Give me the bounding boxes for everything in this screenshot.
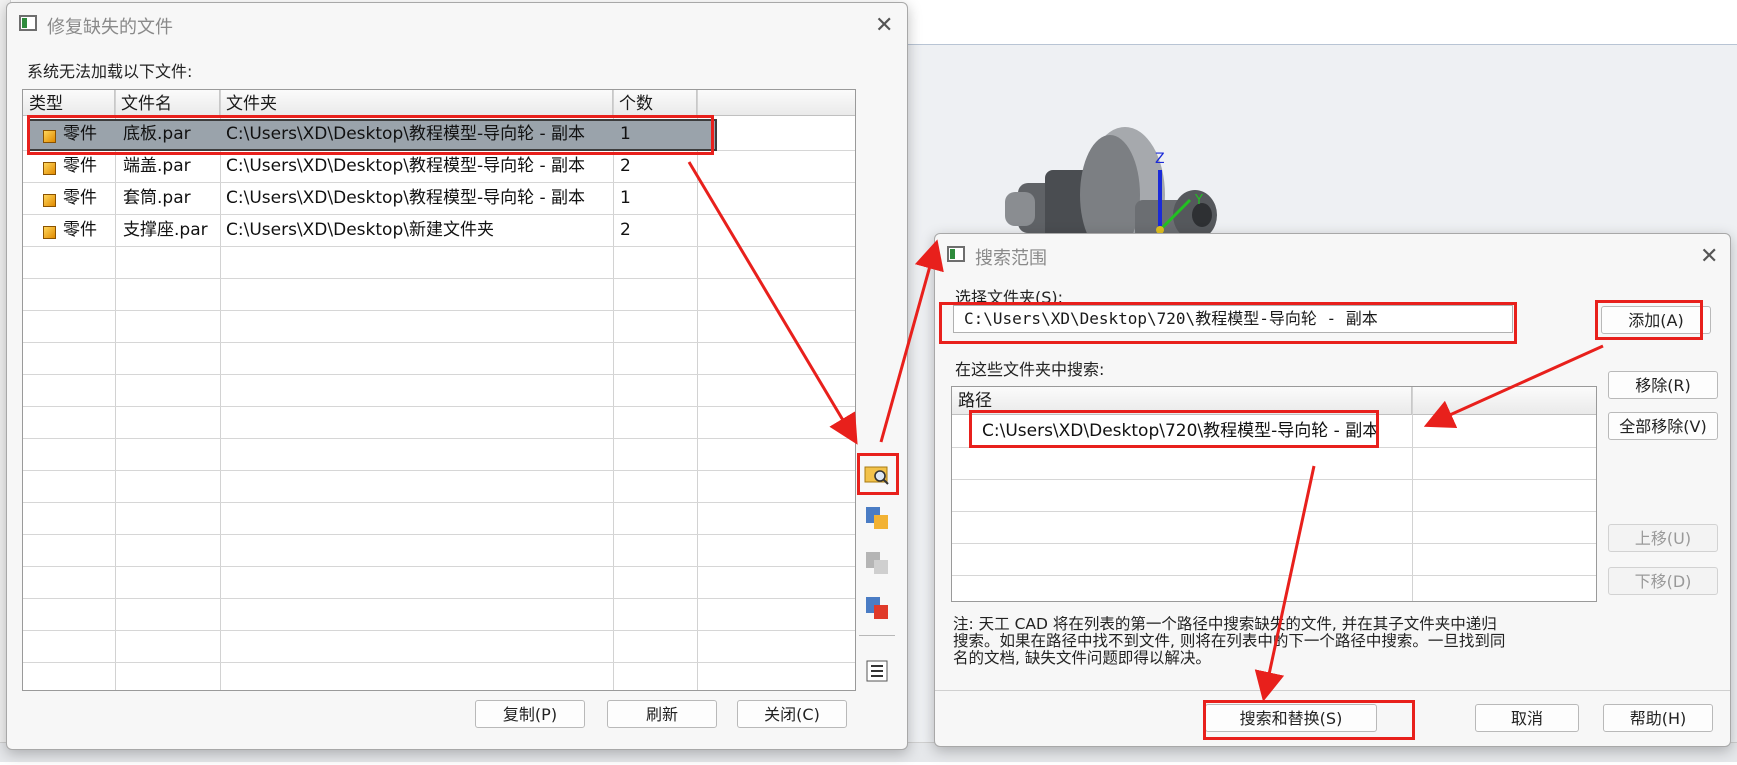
background-app-toolbar [905, 0, 1737, 45]
cell-type: 零件 [63, 220, 97, 240]
cell-filename: 支撑座.par [123, 220, 208, 240]
help-button[interactable]: 帮助(H) [1603, 704, 1713, 732]
dialog-app-icon [947, 246, 965, 262]
remove-all-button[interactable]: 全部移除(V) [1608, 412, 1718, 440]
grid-line [23, 438, 855, 439]
search-scope-dialog: 搜索范围 ✕ 选择文件夹(S): C:\Users\XD\Desktop\720… [934, 233, 1731, 747]
remove-file-button[interactable] [862, 593, 892, 623]
grid-line [697, 90, 698, 690]
dialog-title: 搜索范围 [975, 248, 1047, 269]
close-icon[interactable]: ✕ [875, 15, 893, 37]
cell-type: 零件 [63, 188, 97, 208]
grid-line [23, 310, 855, 311]
grid-line [23, 662, 855, 663]
grid-line [23, 502, 855, 503]
column-header-folder[interactable]: 文件夹 [220, 90, 613, 116]
note-line-2: 搜索。如果在路径中找不到文件, 则将在列表中的下一个路径中搜索。一旦找到同 [953, 632, 1506, 650]
annotation-box-add [1595, 300, 1703, 340]
cell-folder: C:\Users\XD\Desktop\教程模型-导向轮 - 副本 [226, 188, 586, 208]
missing-files-table[interactable]: 类型 文件名 文件夹 个数 零件 底板.par C:\Users\XD\Desk… [22, 89, 856, 691]
refresh-button[interactable]: 刷新 [607, 700, 717, 728]
prompt-label: 系统无法加载以下文件: [27, 62, 193, 81]
part-icon [43, 226, 56, 239]
column-header-count[interactable]: 个数 [613, 90, 697, 116]
annotation-box-row [27, 115, 714, 155]
search-in-label: 在这些文件夹中搜索: [955, 360, 1105, 379]
close-button[interactable]: 关闭(C) [737, 700, 847, 728]
axis-y-label: Y [1194, 193, 1203, 208]
replace-file-button[interactable] [862, 503, 892, 533]
grid-line [23, 566, 855, 567]
part-icon [43, 194, 56, 207]
note-line-3: 名的文档, 缺失文件问题即得以解决。 [953, 649, 1211, 667]
remove-button[interactable]: 移除(R) [1608, 371, 1718, 399]
remove-file-icon [866, 597, 888, 619]
annotation-box-search-replace [1203, 700, 1415, 740]
column-header-blank [697, 90, 855, 116]
column-header-blank [1412, 387, 1596, 415]
properties-button[interactable] [862, 656, 892, 686]
grid-line [23, 598, 855, 599]
cell-count: 1 [620, 188, 631, 208]
repair-missing-files-dialog: 修复缺失的文件 ✕ 系统无法加载以下文件: 类型 文件名 文件夹 个数 零件 底… [6, 2, 908, 750]
grid-line [220, 90, 221, 690]
annotation-box-path-item [969, 410, 1379, 448]
copy-button[interactable]: 复制(P) [475, 700, 585, 728]
cell-filename: 套筒.par [123, 188, 191, 208]
grid-line [23, 374, 855, 375]
dialog-title: 修复缺失的文件 [47, 17, 173, 38]
column-header-filename[interactable]: 文件名 [115, 90, 220, 116]
replace-file-icon [866, 507, 888, 529]
annotation-box-search-folder [857, 453, 899, 495]
cell-folder: C:\Users\XD\Desktop\新建文件夹 [226, 220, 494, 240]
cancel-button[interactable]: 取消 [1475, 704, 1579, 732]
grid-line [23, 406, 855, 407]
grid-line [952, 511, 1596, 512]
note-line-1: 注: 天工 CAD 将在列表的第一个路径中搜索缺失的文件, 并在其子文件夹中递归 [953, 615, 1497, 633]
grid-line [23, 246, 855, 247]
grid-line [1412, 387, 1413, 601]
grid-line [23, 534, 855, 535]
grid-line [952, 479, 1596, 480]
cell-count: 2 [620, 220, 631, 240]
replace-file-disabled-icon [866, 552, 888, 574]
dialog-app-icon [19, 15, 37, 31]
column-header-type[interactable]: 类型 [23, 90, 115, 116]
grid-line [952, 543, 1596, 544]
grid-line [952, 575, 1596, 576]
grid-line [23, 630, 855, 631]
move-up-button[interactable]: 上移(U) [1608, 524, 1718, 552]
part-icon [43, 162, 56, 175]
grid-line [23, 470, 855, 471]
model-shaft-end [1005, 192, 1035, 226]
grid-line [23, 342, 855, 343]
grid-line [23, 278, 855, 279]
footer-divider [935, 690, 1730, 691]
close-icon[interactable]: ✕ [1700, 246, 1718, 268]
move-down-button[interactable]: 下移(D) [1608, 567, 1718, 595]
replace-file-disabled-button[interactable] [862, 548, 892, 578]
grid-line [115, 90, 116, 690]
grid-line [613, 90, 614, 690]
axis-z-label: Z [1155, 151, 1165, 167]
properties-icon [866, 660, 888, 682]
annotation-box-folder-input [939, 302, 1517, 344]
toolbar-divider [859, 635, 895, 636]
